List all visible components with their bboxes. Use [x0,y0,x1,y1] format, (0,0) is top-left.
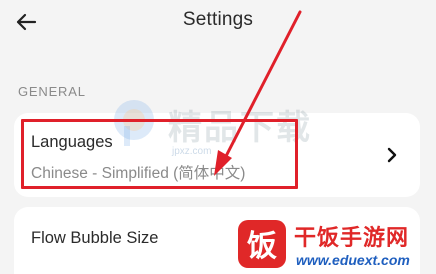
flow-bubble-size-setting-row[interactable]: Flow Bubble Size [14,207,420,274]
section-label-general: GENERAL [18,84,86,99]
languages-current-value: Chinese - Simplified (简体中文) [31,165,246,182]
app-header: Settings [0,0,436,44]
chevron-right-icon [387,147,397,163]
languages-title: Languages [31,133,113,151]
page-title: Settings [182,9,254,30]
languages-setting-row[interactable]: Languages Chinese - Simplified (简体中文) [14,113,420,197]
flow-bubble-size-title: Flow Bubble Size [31,229,159,247]
